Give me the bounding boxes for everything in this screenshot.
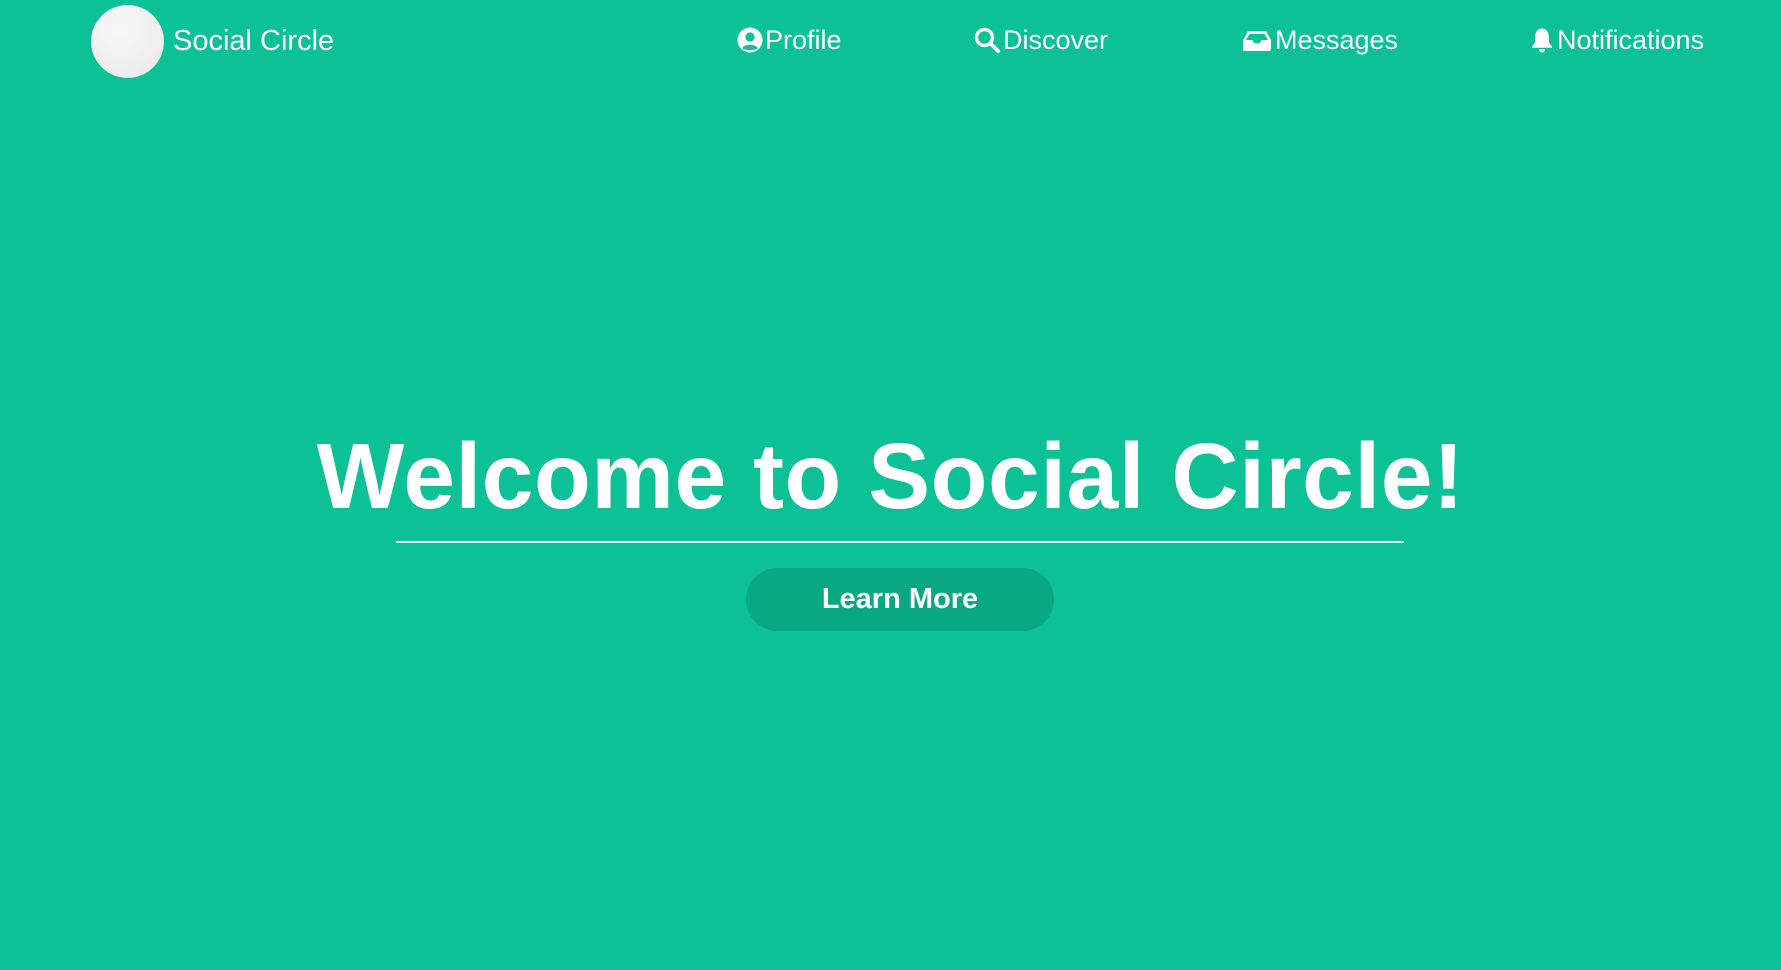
user-circle-icon bbox=[737, 27, 763, 53]
nav-label-messages: Messages bbox=[1275, 24, 1399, 55]
top-navbar: Social Circle Profile Discover Messages … bbox=[0, 0, 1781, 82]
learn-more-button[interactable]: Learn More bbox=[746, 568, 1054, 631]
nav-item-notifications[interactable]: Notifications bbox=[1529, 22, 1704, 58]
nav-label-profile: Profile bbox=[765, 24, 842, 55]
search-icon bbox=[973, 26, 1001, 54]
hero-title: Welcome to Social Circle! bbox=[316, 424, 1465, 528]
hero-divider bbox=[396, 541, 1404, 543]
nav-label-notifications: Notifications bbox=[1557, 24, 1705, 55]
inbox-icon bbox=[1241, 27, 1273, 53]
hero-section: Welcome to Social Circle! bbox=[0, 430, 1781, 523]
logo-avatar bbox=[91, 4, 164, 78]
nav-item-profile[interactable]: Profile bbox=[737, 22, 842, 58]
nav-item-discover[interactable]: Discover bbox=[973, 22, 1108, 58]
brand[interactable]: Social Circle bbox=[91, 4, 334, 78]
nav-label-discover: Discover bbox=[1003, 24, 1109, 55]
bell-icon bbox=[1529, 26, 1555, 54]
nav-item-messages[interactable]: Messages bbox=[1241, 22, 1398, 58]
brand-name: Social Circle bbox=[173, 24, 335, 57]
